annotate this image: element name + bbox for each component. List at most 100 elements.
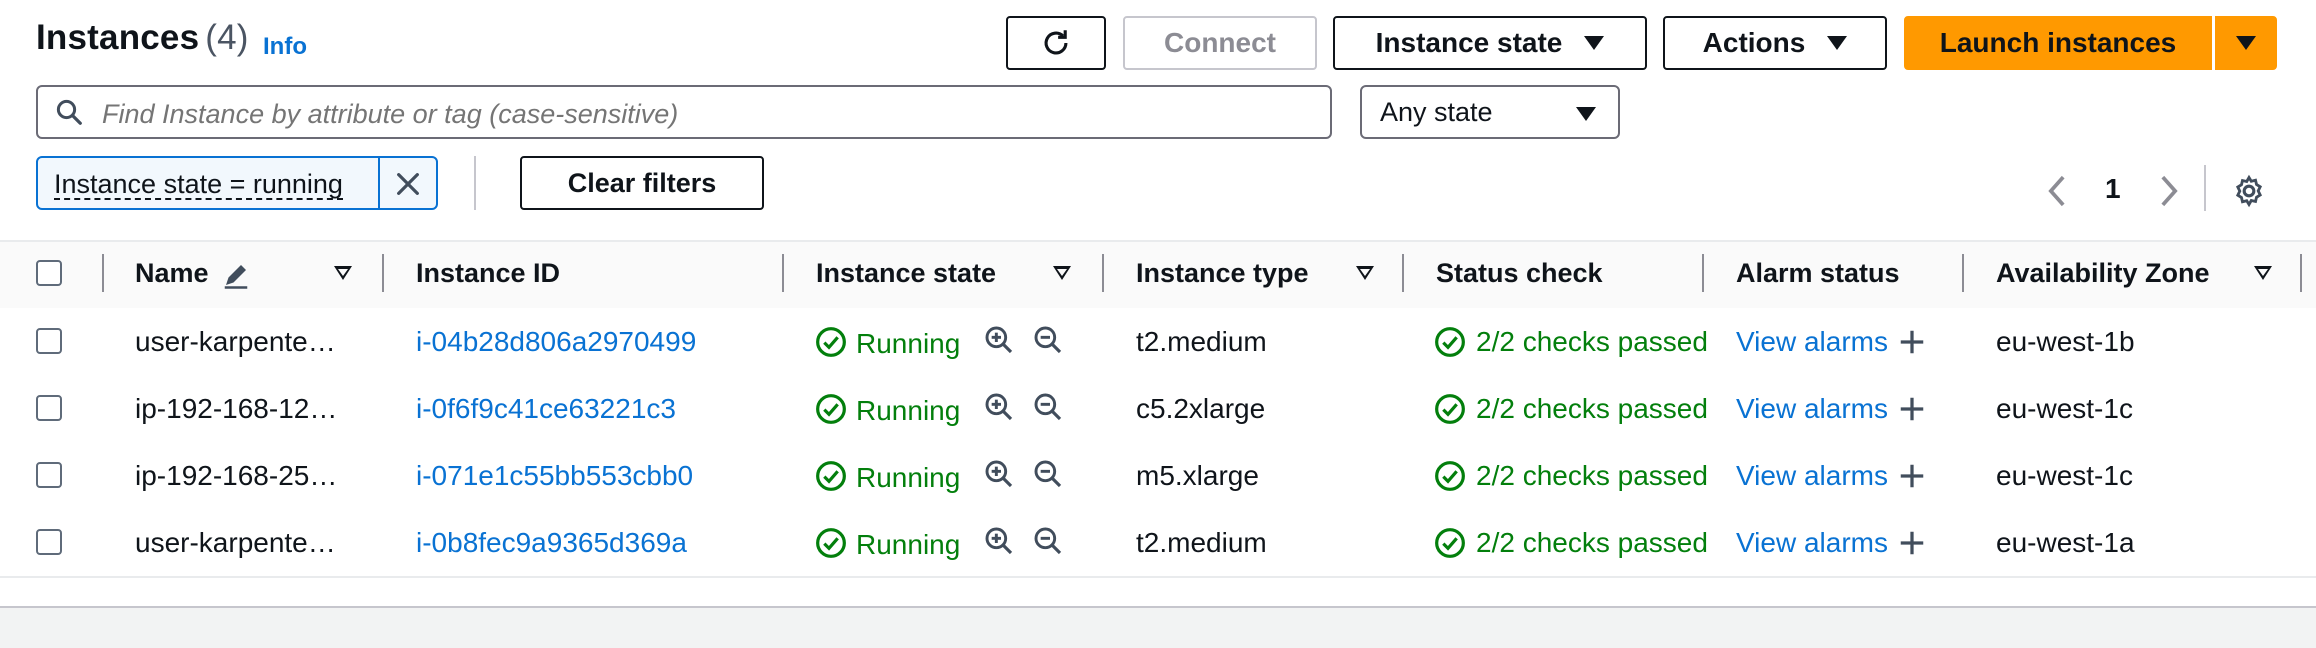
view-alarms-link[interactable]: View alarms — [1736, 393, 1888, 425]
state-filter-select[interactable]: Any state — [1360, 85, 1620, 139]
plus-icon[interactable] — [1897, 528, 1927, 558]
table-row[interactable]: user-karpente… i-04b28d806a2970499 Runni… — [0, 308, 2316, 377]
column-divider — [1102, 254, 1104, 292]
check-circle-icon — [816, 327, 846, 357]
check-circle-icon — [1435, 394, 1465, 424]
instance-type: t2.medium — [1136, 527, 1267, 558]
filter-token[interactable]: Instance state = running — [36, 156, 438, 210]
token-divider — [378, 158, 380, 208]
zoom-out-icon[interactable] — [1032, 458, 1064, 490]
column-divider — [382, 254, 384, 292]
zoom-in-icon[interactable] — [983, 391, 1015, 423]
column-header-name[interactable]: Name — [135, 258, 209, 289]
current-page[interactable]: 1 — [2105, 173, 2121, 205]
column-divider — [1702, 254, 1704, 292]
search-input[interactable] — [100, 95, 1304, 133]
instance-type: m5.xlarge — [1136, 460, 1259, 491]
check-circle-icon — [1435, 461, 1465, 491]
instance-count: (4) — [205, 18, 249, 57]
zoom-in-icon[interactable] — [983, 458, 1015, 490]
page-title: Instances (4) — [36, 18, 249, 58]
view-alarms-link[interactable]: View alarms — [1736, 527, 1888, 559]
info-link[interactable]: Info — [263, 33, 307, 61]
search-icon — [56, 99, 82, 125]
column-header-instance-id[interactable]: Instance ID — [416, 258, 560, 289]
instance-state-dropdown[interactable]: Instance state — [1333, 16, 1647, 70]
table-row[interactable]: ip-192-168-12… i-0f6f9c41ce63221c3 Runni… — [0, 375, 2316, 444]
instance-name: ip-192-168-25… — [135, 460, 338, 491]
actions-dropdown[interactable]: Actions — [1663, 16, 1887, 70]
divider — [474, 156, 476, 210]
instance-type: c5.2xlarge — [1136, 393, 1266, 424]
availability-zone: eu-west-1c — [1996, 393, 2133, 424]
edit-icon[interactable] — [220, 260, 252, 290]
column-divider — [782, 254, 784, 292]
launch-instances-button[interactable]: Launch instances — [1904, 16, 2212, 70]
instance-state: Running — [856, 529, 961, 560]
instance-name: user-karpente… — [135, 527, 336, 558]
column-header-instance-state[interactable]: Instance state — [816, 258, 996, 289]
instance-id-link[interactable]: i-071e1c55bb553cbb0 — [416, 460, 693, 492]
row-checkbox[interactable] — [36, 529, 62, 555]
zoom-out-icon[interactable] — [1032, 324, 1064, 356]
table-row[interactable]: user-karpente… i-0b8fec9a9365d369a Runni… — [0, 509, 2316, 578]
close-icon[interactable] — [392, 168, 424, 200]
sort-caret-icon[interactable] — [1356, 266, 1374, 280]
instance-id-link[interactable]: i-0f6f9c41ce63221c3 — [416, 393, 676, 425]
column-divider — [1962, 254, 1964, 292]
zoom-in-icon[interactable] — [983, 324, 1015, 356]
availability-zone: eu-west-1b — [1996, 326, 2135, 357]
split-panel-handle[interactable] — [0, 606, 2316, 648]
page-title-text: Instances — [36, 18, 200, 57]
column-header-availability-zone[interactable]: Availability Zone — [1996, 258, 2210, 289]
zoom-in-icon[interactable] — [983, 525, 1015, 557]
instance-id-link[interactable]: i-0b8fec9a9365d369a — [416, 527, 687, 559]
table-row[interactable]: ip-192-168-25… i-071e1c55bb553cbb0 Runni… — [0, 442, 2316, 511]
search-bar[interactable] — [36, 85, 1332, 139]
plus-icon[interactable] — [1897, 461, 1927, 491]
zoom-out-icon[interactable] — [1032, 391, 1064, 423]
status-check: 2/2 checks passed — [1476, 393, 1708, 424]
column-divider — [2300, 254, 2302, 292]
instance-name: ip-192-168-12… — [135, 393, 338, 424]
sort-caret-icon[interactable] — [1053, 266, 1071, 280]
chevron-right-icon[interactable] — [2158, 174, 2180, 208]
clear-filters-button[interactable]: Clear filters — [520, 156, 764, 210]
divider — [2204, 165, 2206, 211]
row-checkbox[interactable] — [36, 328, 62, 354]
check-circle-icon — [1435, 528, 1465, 558]
status-check: 2/2 checks passed — [1476, 527, 1708, 558]
plus-icon[interactable] — [1897, 327, 1927, 357]
instance-type: t2.medium — [1136, 326, 1267, 357]
view-alarms-link[interactable]: View alarms — [1736, 326, 1888, 358]
instance-name: user-karpente… — [135, 326, 336, 357]
plus-icon[interactable] — [1897, 394, 1927, 424]
instance-state: Running — [856, 462, 961, 493]
actions-label: Actions — [1702, 27, 1806, 58]
column-header-alarm-status[interactable]: Alarm status — [1736, 258, 1900, 289]
sort-caret-icon[interactable] — [334, 266, 352, 280]
select-all-checkbox[interactable] — [36, 260, 62, 286]
view-alarms-link[interactable]: View alarms — [1736, 460, 1888, 492]
row-checkbox[interactable] — [36, 462, 62, 488]
row-checkbox[interactable] — [36, 395, 62, 421]
availability-zone: eu-west-1a — [1996, 527, 2135, 558]
caret-down-icon — [1584, 36, 1605, 50]
zoom-out-icon[interactable] — [1032, 525, 1064, 557]
connect-button[interactable]: Connect — [1123, 16, 1317, 70]
chevron-left-icon[interactable] — [2046, 174, 2068, 208]
launch-options-dropdown[interactable] — [2215, 16, 2277, 70]
caret-down-icon — [1827, 36, 1848, 50]
column-header-instance-type[interactable]: Instance type — [1136, 258, 1309, 289]
column-header-status-check[interactable]: Status check — [1436, 258, 1603, 289]
instance-state: Running — [856, 395, 961, 426]
instance-id-link[interactable]: i-04b28d806a2970499 — [416, 326, 696, 358]
check-circle-icon — [1435, 327, 1465, 357]
check-circle-icon — [816, 394, 846, 424]
refresh-button[interactable] — [1006, 16, 1106, 70]
availability-zone: eu-west-1c — [1996, 460, 2133, 491]
state-filter-value: Any state — [1380, 96, 1493, 127]
filter-token-label[interactable]: Instance state = running — [54, 170, 343, 200]
sort-caret-icon[interactable] — [2254, 266, 2272, 280]
gear-icon[interactable] — [2232, 174, 2266, 208]
